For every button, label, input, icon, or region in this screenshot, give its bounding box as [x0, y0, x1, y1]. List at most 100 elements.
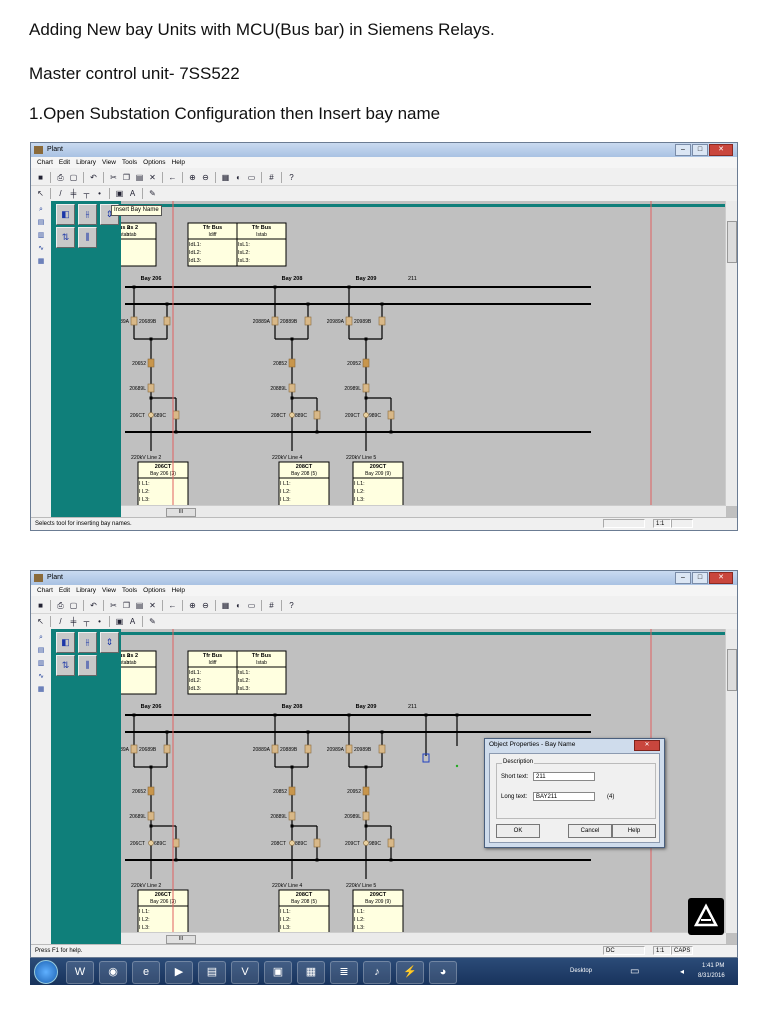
menu-library[interactable]: Library	[76, 157, 96, 168]
cut-icon[interactable]: ✂	[108, 172, 119, 183]
maximize-button[interactable]: □	[692, 572, 708, 584]
taskbar-network-icon[interactable]: ▣	[264, 961, 292, 984]
layer-icon[interactable]: ▤	[36, 218, 46, 227]
bay-tool-5-icon[interactable]: ⫼	[78, 655, 97, 676]
taskbar-word-icon[interactable]: W	[66, 961, 94, 984]
taskbar-pdf-icon[interactable]: V	[231, 961, 259, 984]
bay-tool-1-icon[interactable]: ◧	[56, 204, 75, 225]
box-icon[interactable]: ▣	[114, 188, 125, 199]
panel-icon[interactable]: ▭	[246, 600, 257, 611]
wave-icon[interactable]: ∿	[36, 672, 46, 681]
pen-icon[interactable]: /	[55, 616, 66, 627]
show-desktop-label[interactable]: Desktop	[570, 968, 592, 974]
text-icon[interactable]: A	[127, 188, 138, 199]
menu-help[interactable]: Help	[172, 585, 185, 596]
dot-icon[interactable]: •	[94, 616, 105, 627]
taskbar-ie-icon[interactable]: e	[132, 961, 160, 984]
horizontal-scroll-thumb[interactable]: III	[166, 935, 196, 944]
taskbar-relay-icon[interactable]: ⚡	[396, 961, 424, 984]
hash-icon[interactable]: #	[266, 600, 277, 611]
pen-icon[interactable]: /	[55, 188, 66, 199]
library-icon[interactable]: ▥	[36, 231, 46, 240]
minimize-button[interactable]: –	[675, 144, 691, 156]
tee-icon[interactable]: ┬	[81, 188, 92, 199]
paste-icon[interactable]: ▤	[134, 172, 145, 183]
vertical-scrollbar[interactable]	[725, 629, 737, 933]
back-icon[interactable]: ←	[167, 600, 178, 611]
diagram-canvas[interactable]: ⌕▤▥∿▦◧⫳⇕⇅⫼us 2stabus 2stabTfr BusIdiffId…	[31, 201, 737, 518]
library-icon[interactable]: ▥	[36, 659, 46, 668]
taskbar-chrome-icon[interactable]: ◉	[99, 961, 127, 984]
bay-tool-2-icon[interactable]: ⫳	[78, 632, 97, 653]
insert-bay-name-icon[interactable]: ⇕	[100, 632, 119, 653]
back-icon[interactable]: ←	[167, 172, 178, 183]
short-text-input[interactable]: 211	[533, 772, 595, 781]
close-button[interactable]: ✕	[709, 144, 733, 156]
pointer-icon[interactable]: ↖	[35, 188, 46, 199]
bay-tool-2-icon[interactable]: ⫳	[78, 204, 97, 225]
zoom-tool-icon[interactable]: ⌕	[36, 633, 46, 642]
taskbar-tool-icon[interactable]: ♪	[363, 961, 391, 984]
save-icon[interactable]: ■	[35, 600, 46, 611]
copy-icon[interactable]: ❐	[121, 600, 132, 611]
cancel-button[interactable]: Cancel	[568, 824, 612, 838]
long-text-input[interactable]: BAY211	[533, 792, 595, 801]
print-preview-icon[interactable]: ▢	[68, 600, 79, 611]
zoom-tool-icon[interactable]: ⌕	[36, 205, 46, 214]
cut-icon[interactable]: ✂	[108, 600, 119, 611]
device-icon[interactable]: ▦	[36, 685, 46, 694]
layer-icon[interactable]: ▤	[36, 646, 46, 655]
vertical-scroll-thumb[interactable]	[727, 221, 737, 263]
bay-tool-4-icon[interactable]: ⇅	[56, 655, 75, 676]
menu-options[interactable]: Options	[143, 585, 165, 596]
taskbar-notepad-icon[interactable]: ≣	[330, 961, 358, 984]
wave-icon[interactable]: ∿	[36, 244, 46, 253]
contrast-icon[interactable]: ◐	[233, 172, 244, 183]
zoom-out-icon[interactable]: ⊖	[200, 600, 211, 611]
bay-tool-4-icon[interactable]: ⇅	[56, 227, 75, 248]
horizontal-scroll-thumb[interactable]: III	[166, 508, 196, 517]
dialog-close-button[interactable]: ✕	[634, 740, 660, 751]
menu-edit[interactable]: Edit	[59, 157, 70, 168]
panel-icon[interactable]: ▭	[246, 172, 257, 183]
maximize-button[interactable]: □	[692, 144, 708, 156]
close-button[interactable]: ✕	[709, 572, 733, 584]
text-icon[interactable]: A	[127, 616, 138, 627]
delete-icon[interactable]: ✕	[147, 600, 158, 611]
bus-tool-icon[interactable]: ╪	[68, 616, 79, 627]
menu-view[interactable]: View	[102, 585, 116, 596]
menu-library[interactable]: Library	[76, 585, 96, 596]
help-pointer-icon[interactable]: ?	[286, 172, 297, 183]
eraser-icon[interactable]: ✎	[147, 616, 158, 627]
bay-tool-1-icon[interactable]: ◧	[56, 632, 75, 653]
print-icon[interactable]: ⎙	[55, 600, 66, 611]
undo-icon[interactable]: ↶	[88, 172, 99, 183]
menu-chart[interactable]: Chart	[37, 157, 53, 168]
paste-icon[interactable]: ▤	[134, 600, 145, 611]
taskbar-explorer-icon[interactable]: ▤	[198, 961, 226, 984]
dot-icon[interactable]: •	[94, 188, 105, 199]
delete-icon[interactable]: ✕	[147, 172, 158, 183]
zoom-out-icon[interactable]: ⊖	[200, 172, 211, 183]
taskbar-paint-icon[interactable]: ◕	[429, 961, 457, 984]
grid-icon[interactable]: ▦	[220, 172, 231, 183]
help-pointer-icon[interactable]: ?	[286, 600, 297, 611]
tee-icon[interactable]: ┬	[81, 616, 92, 627]
start-button[interactable]	[34, 960, 58, 984]
menu-options[interactable]: Options	[143, 157, 165, 168]
copy-icon[interactable]: ❐	[121, 172, 132, 183]
minimize-button[interactable]: –	[675, 572, 691, 584]
contrast-icon[interactable]: ◐	[233, 600, 244, 611]
undo-icon[interactable]: ↶	[88, 600, 99, 611]
taskbar-calculator-icon[interactable]: ▦	[297, 961, 325, 984]
zoom-in-icon[interactable]: ⊕	[187, 600, 198, 611]
menu-chart[interactable]: Chart	[37, 585, 53, 596]
menu-view[interactable]: View	[102, 157, 116, 168]
bus-tool-icon[interactable]: ╪	[68, 188, 79, 199]
pointer-icon[interactable]: ↖	[35, 616, 46, 627]
bay-tool-5-icon[interactable]: ⫼	[78, 227, 97, 248]
taskbar-media-player-icon[interactable]: ▶	[165, 961, 193, 984]
ok-button[interactable]: OK	[496, 824, 540, 838]
save-icon[interactable]: ■	[35, 172, 46, 183]
menu-tools[interactable]: Tools	[122, 157, 137, 168]
